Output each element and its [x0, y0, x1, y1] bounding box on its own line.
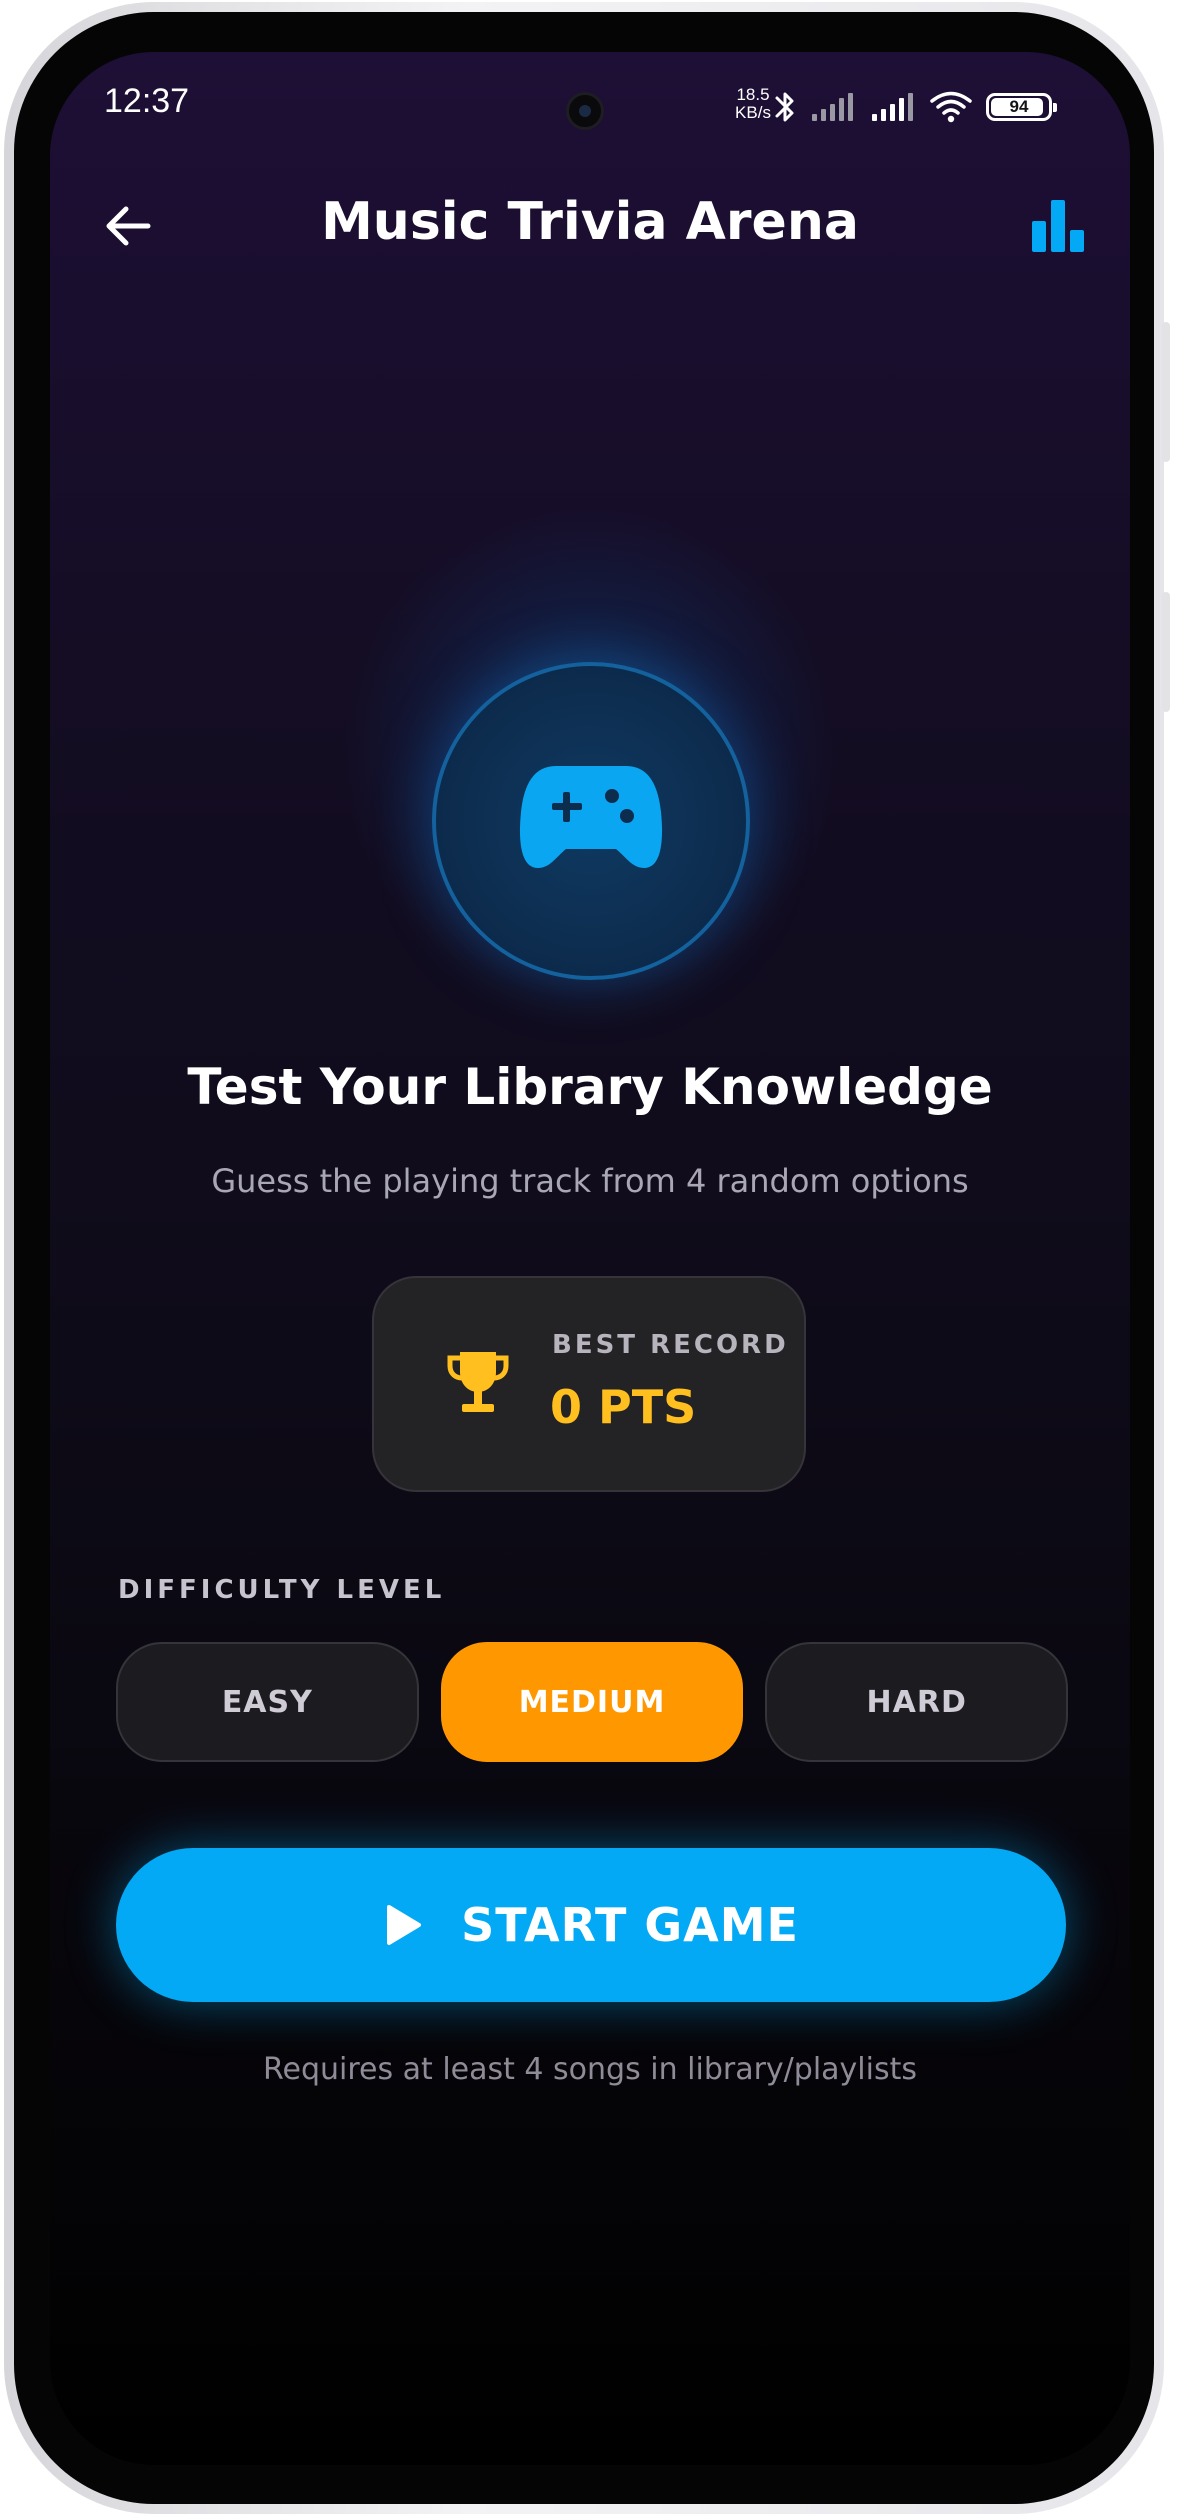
- front-camera: [566, 92, 604, 130]
- leaderboard-button[interactable]: [1028, 196, 1088, 256]
- best-record-value: 0 PTS: [550, 1380, 697, 1434]
- app-screen: 12:37 18.5 KB/s 94 Music Trivia Arena Te…: [50, 52, 1130, 2465]
- start-game-label: START GAME: [461, 1898, 799, 1952]
- status-icons: 94: [774, 84, 1057, 130]
- bluetooth-icon: [775, 92, 794, 122]
- difficulty-easy-button[interactable]: EASY: [116, 1642, 419, 1762]
- best-record-label: BEST RECORD: [552, 1330, 789, 1360]
- battery-icon: 94: [986, 93, 1057, 121]
- hero-subheading: Guess the playing track from 4 random op…: [211, 1162, 969, 1200]
- difficulty-medium-button[interactable]: MEDIUM: [440, 1642, 744, 1762]
- difficulty-label: DIFFICULTY LEVEL: [118, 1575, 446, 1605]
- network-speed: 18.5 KB/s: [728, 86, 778, 122]
- network-speed-value: 18.5: [736, 85, 770, 104]
- page-title: Music Trivia Arena: [321, 192, 859, 252]
- network-speed-unit: KB/s: [735, 103, 771, 122]
- signal-icon: [812, 93, 853, 121]
- best-record-card: BEST RECORD 0 PTS: [372, 1276, 806, 1492]
- difficulty-selector: EASY MEDIUM HARD: [116, 1642, 1069, 1762]
- status-time: 12:37: [104, 82, 190, 120]
- gamepad-icon: [519, 766, 663, 868]
- difficulty-hard-button[interactable]: HARD: [765, 1642, 1069, 1762]
- requirement-note: Requires at least 4 songs in library/pla…: [263, 2052, 917, 2087]
- bar-chart-icon: [1032, 200, 1084, 252]
- wifi-icon: [930, 91, 972, 123]
- hero-heading: Test Your Library Knowledge: [187, 1058, 993, 1116]
- play-icon: [387, 1905, 422, 1945]
- battery-level: 94: [1009, 97, 1029, 116]
- trophy-icon: [447, 1352, 509, 1412]
- signal-icon: [872, 93, 913, 121]
- start-game-button[interactable]: START GAME: [116, 1848, 1066, 2002]
- phone-frame: 12:37 18.5 KB/s 94 Music Trivia Arena Te…: [4, 2, 1170, 2514]
- volume-button: [1162, 322, 1170, 462]
- power-button: [1162, 592, 1170, 712]
